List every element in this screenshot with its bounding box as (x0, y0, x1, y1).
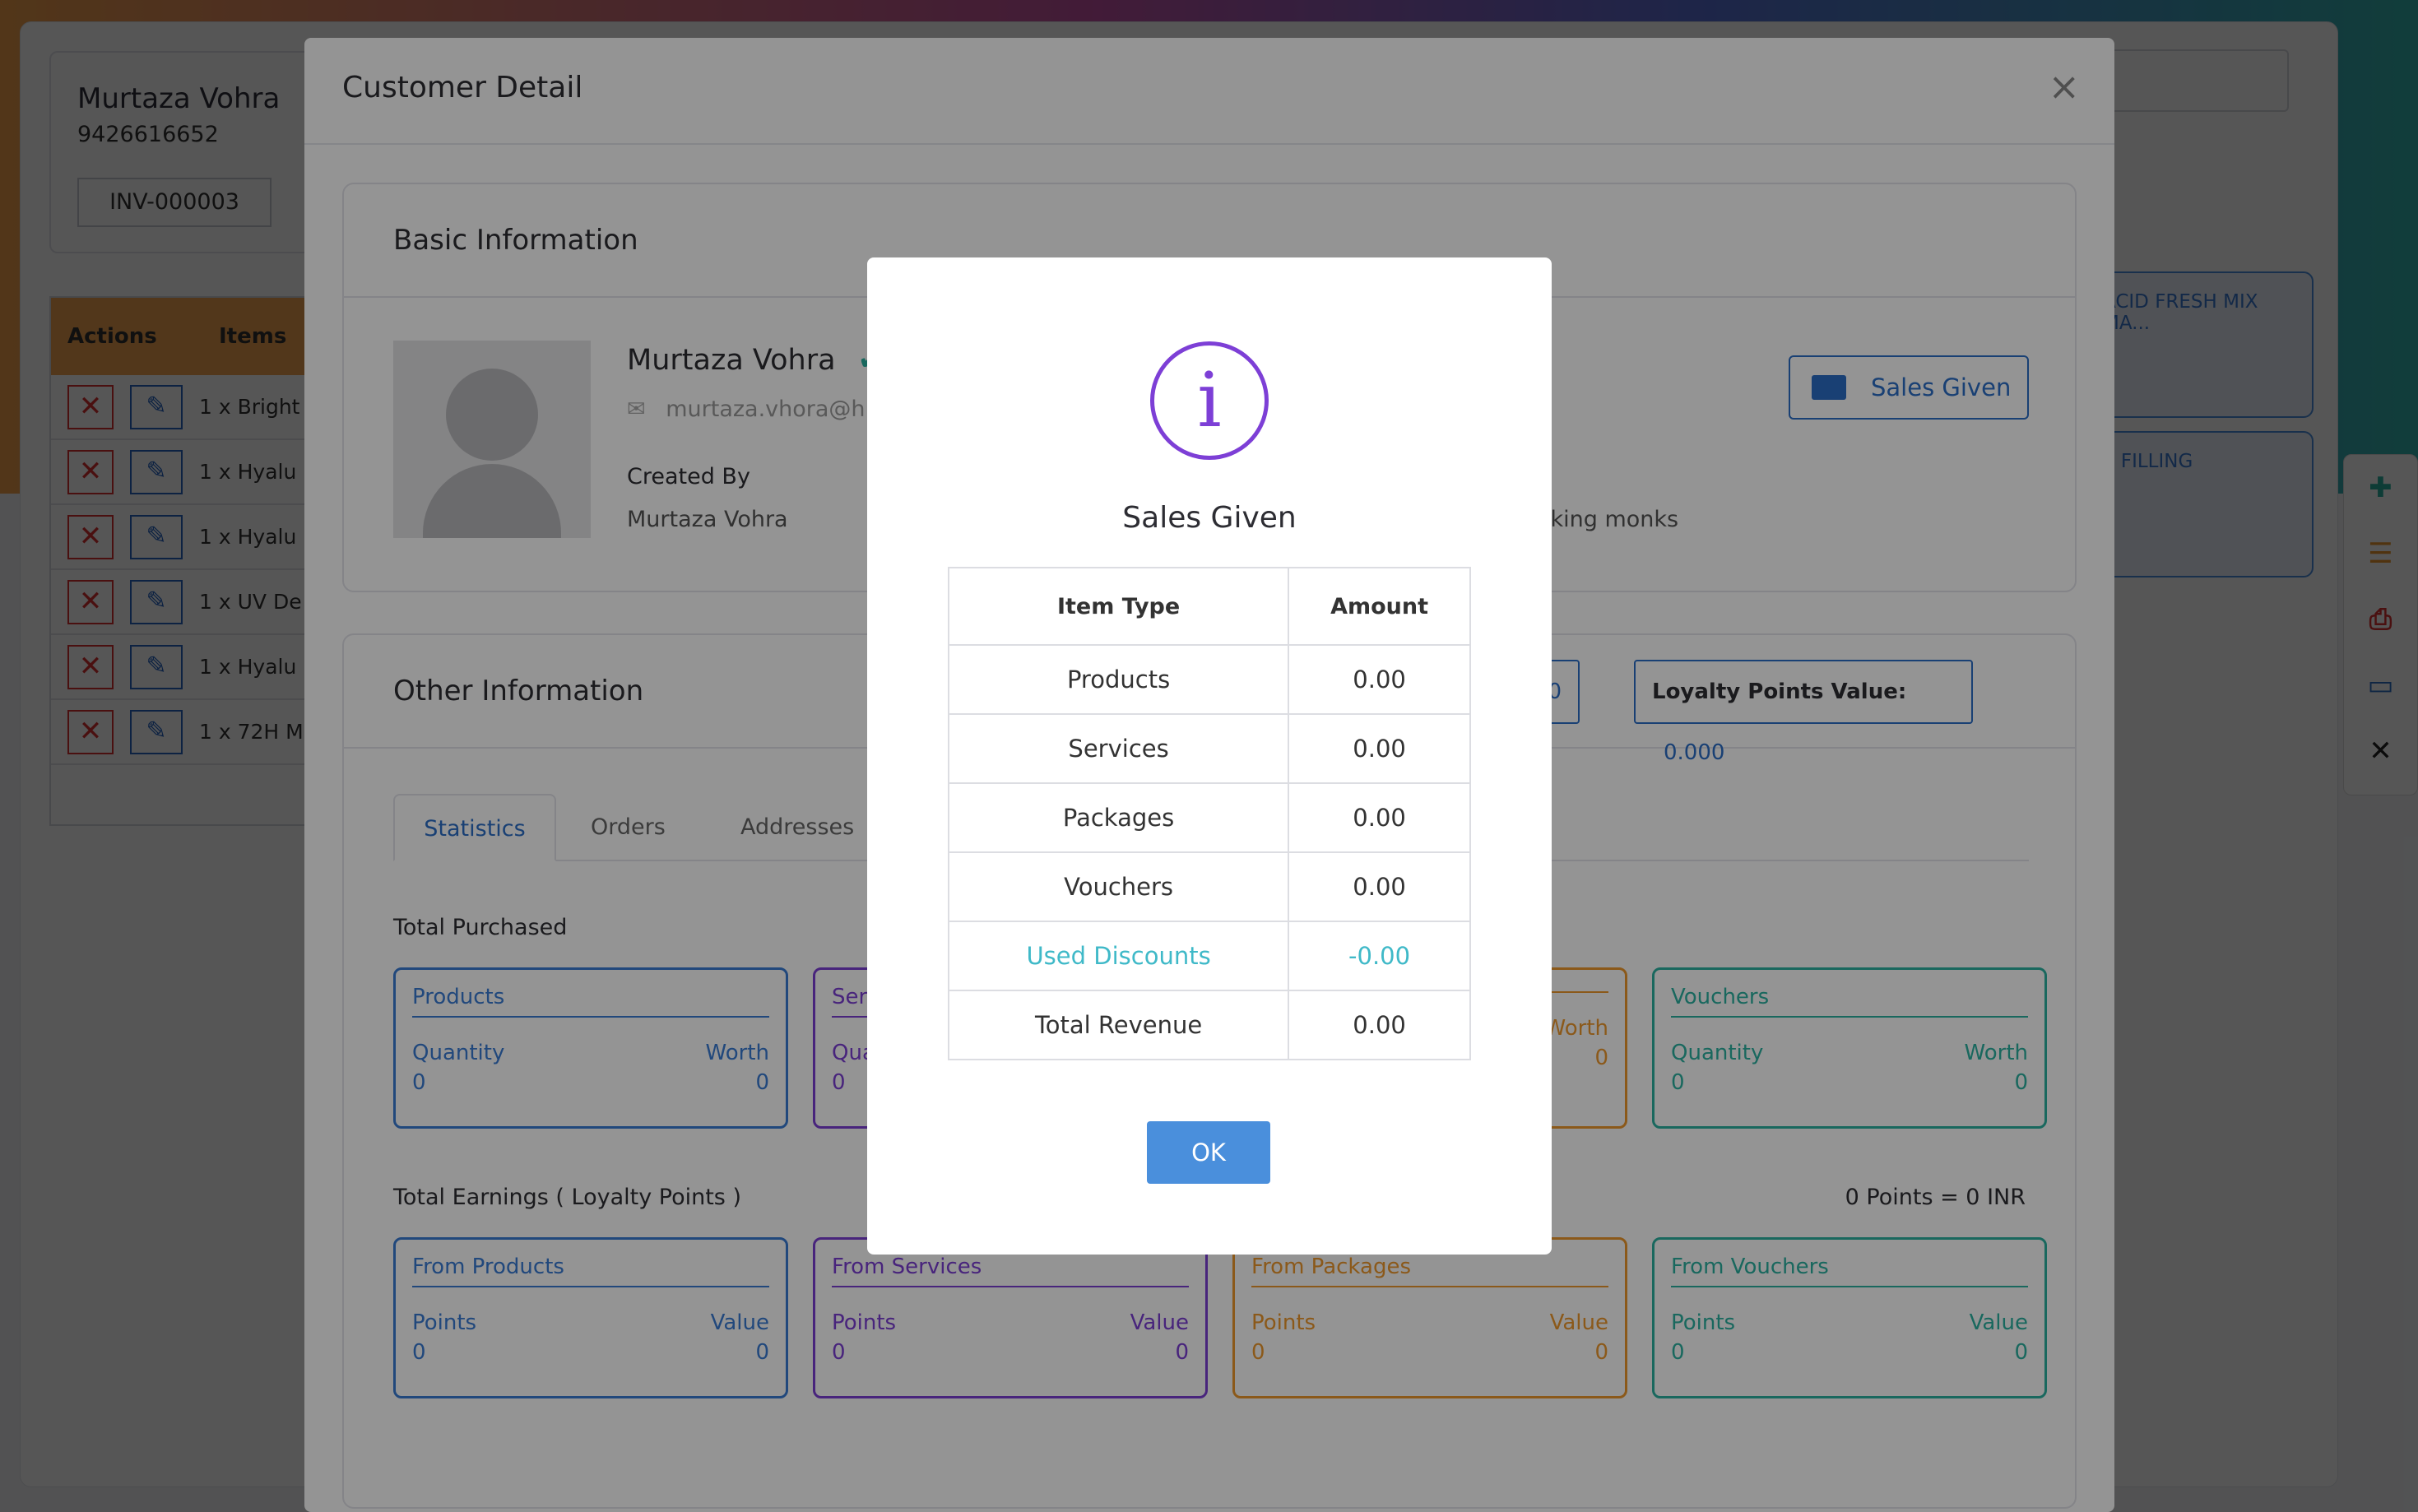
col-item-type: Item Type (947, 567, 1290, 646)
col-amount: Amount (1288, 567, 1471, 646)
table-row: Vouchers 0.00 (947, 851, 1471, 922)
item-type: Total Revenue (947, 990, 1290, 1060)
table-header-row: Item Type Amount (947, 567, 1471, 646)
amount: 0.00 (1288, 713, 1471, 784)
item-type: Used Discounts (947, 921, 1290, 991)
dialog-title: Sales Given (1122, 501, 1297, 535)
amount: -0.00 (1288, 921, 1471, 991)
table-row: Total Revenue 0.00 (947, 990, 1471, 1060)
sales-table: Item Type Amount Products 0.00 Services … (947, 567, 1471, 1060)
info-circle-icon: i (1150, 341, 1269, 460)
amount: 0.00 (1288, 990, 1471, 1060)
table-row: Services 0.00 (947, 713, 1471, 784)
amount: 0.00 (1288, 851, 1471, 922)
sales-given-dialog: i Sales Given Item Type Amount Products … (867, 257, 1552, 1255)
item-type: Packages (947, 782, 1290, 853)
table-row: Packages 0.00 (947, 782, 1471, 853)
item-type: Products (947, 644, 1290, 715)
amount: 0.00 (1288, 782, 1471, 853)
amount: 0.00 (1288, 644, 1471, 715)
table-row: Products 0.00 (947, 644, 1471, 715)
table-row: Used Discounts -0.00 (947, 921, 1471, 991)
item-type: Services (947, 713, 1290, 784)
ok-button[interactable]: OK (1147, 1121, 1270, 1184)
item-type: Vouchers (947, 851, 1290, 922)
